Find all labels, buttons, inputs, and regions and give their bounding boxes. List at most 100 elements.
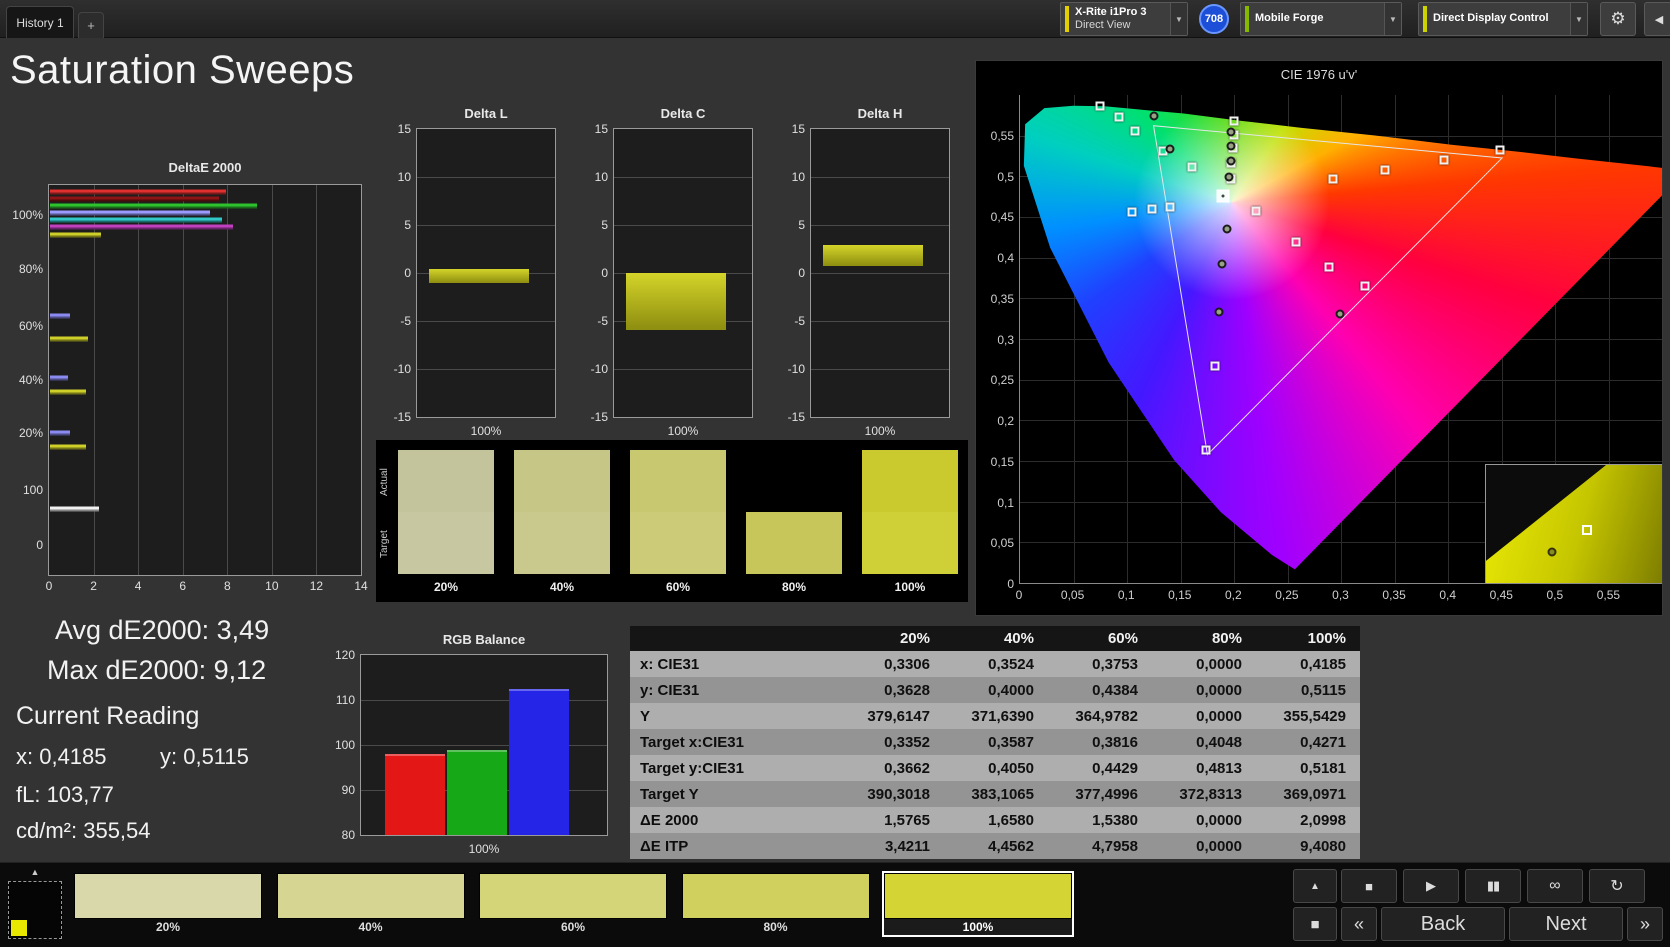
y-tick-label: 60% xyxy=(18,318,43,333)
y-tick-label: 120 xyxy=(334,648,355,662)
patch-button-100%[interactable]: 100% xyxy=(882,871,1074,937)
table-row: Target Y 390,3018 383,1065 377,4996 372,8313… xyxy=(630,781,1360,807)
patch-button-60%[interactable]: 60% xyxy=(477,871,669,937)
value-cell: 1,5380 xyxy=(1092,811,1138,829)
patch-label: 100% xyxy=(962,920,994,934)
gridline xyxy=(417,177,555,178)
continuous-measure-button[interactable]: ∞ xyxy=(1527,869,1583,903)
gridline xyxy=(811,177,949,178)
value-cell: 0,3352 xyxy=(884,733,930,751)
patch-label: 80% xyxy=(763,920,788,934)
display-control-accent-bar xyxy=(1423,6,1427,32)
patch-window-button[interactable]: ■ xyxy=(1293,907,1337,941)
y-tick-label: 0,15 xyxy=(990,454,1014,469)
gridline xyxy=(271,185,273,575)
swatch-label: 80% xyxy=(781,580,807,594)
page-title: Saturation Sweeps xyxy=(10,48,355,92)
x-tick-label: 0,35 xyxy=(1382,588,1406,602)
value-cell: 4,7958 xyxy=(1092,837,1138,855)
y-tick-label: 0,35 xyxy=(990,291,1014,306)
chevron-down-icon[interactable]: ▼ xyxy=(1384,3,1401,35)
actual-color xyxy=(746,450,842,512)
saturation-swatch: 20% xyxy=(398,450,494,594)
back-chevron-button[interactable]: « xyxy=(1341,907,1377,941)
x-tick-label: 0,05 xyxy=(1060,588,1085,602)
y-tick-label: 0 xyxy=(1007,577,1014,591)
saturation-swatch: 60% xyxy=(630,450,726,594)
chevron-down-icon[interactable]: ▼ xyxy=(1170,3,1187,35)
target-color xyxy=(398,512,494,574)
delta-l-plot: 15 10 5 0 -5 -10 -15 xyxy=(394,122,556,424)
refresh-button[interactable]: ↻ xyxy=(1589,869,1645,903)
patch-window-preview[interactable]: ▲ xyxy=(8,867,62,943)
y-tick-label: 10 xyxy=(594,170,608,184)
back-button[interactable]: Back xyxy=(1381,907,1505,941)
measured-dot-marker xyxy=(1226,141,1236,151)
play-button[interactable]: ▶ xyxy=(1403,869,1459,903)
y-tick-label: -10 xyxy=(393,362,411,376)
x-axis-label: 100% xyxy=(864,424,896,438)
patch-up-button[interactable]: ▲ xyxy=(1293,869,1337,903)
value-cell: 379,6147 xyxy=(867,707,930,725)
row-label-cell: ΔE 2000 xyxy=(640,811,699,829)
gridline xyxy=(811,369,949,370)
y-tick-label: 40% xyxy=(18,372,43,387)
current-cdm2-reading: cd/m²: 355,54 xyxy=(16,818,151,843)
deltae-bar xyxy=(50,217,222,223)
measured-dot-marker xyxy=(1217,259,1227,269)
y-tick-label: 15 xyxy=(397,122,411,136)
row-label-cell: x: CIE31 xyxy=(640,655,700,673)
table-row: Target x:CIE31 0,3352 0,3587 0,3816 0,4048 0,… xyxy=(630,729,1360,755)
settings-gear-button[interactable]: ⚙ xyxy=(1600,2,1636,36)
gridline xyxy=(811,321,949,322)
row-label-cell: Target Y xyxy=(640,785,699,803)
chevron-down-icon[interactable]: ▼ xyxy=(1570,3,1587,35)
value-cell: 0,5115 xyxy=(1300,681,1346,699)
chart-title: Delta C xyxy=(660,106,706,121)
patch-button-20%[interactable]: 20% xyxy=(72,871,264,937)
chart-title: DeltaE 2000 xyxy=(168,160,242,175)
gridline xyxy=(614,369,752,370)
y-tick-label: 0 xyxy=(601,266,608,280)
patch-button-80%[interactable]: 80% xyxy=(680,871,872,937)
value-cell: 0,0000 xyxy=(1196,837,1242,855)
next-chevron-button[interactable]: » xyxy=(1627,907,1663,941)
source-selector[interactable]: Mobile Forge ▼ xyxy=(1240,2,1402,36)
value-cell: 2,0998 xyxy=(1300,811,1346,829)
y-tick-label: 0,2 xyxy=(997,414,1014,428)
x-axis-label: 100% xyxy=(468,842,500,856)
value-cell: 0,4429 xyxy=(1092,759,1138,777)
swatch-label: 60% xyxy=(665,580,691,594)
x-tick-label: 0,25 xyxy=(1275,588,1299,602)
target-square-marker xyxy=(1187,162,1197,172)
value-cell: 369,0971 xyxy=(1283,785,1346,803)
y-tick-label: 5 xyxy=(404,218,411,232)
x-tick-label: 4 xyxy=(134,579,142,593)
y-tick-label: 0 xyxy=(36,537,43,552)
collapse-panel-button[interactable]: ◀ xyxy=(1644,2,1670,36)
target-square-marker xyxy=(1114,112,1124,122)
next-button[interactable]: Next xyxy=(1509,907,1623,941)
history-tab[interactable]: History 1 xyxy=(6,6,74,38)
value-cell: 1,6580 xyxy=(988,811,1034,829)
actual-color xyxy=(514,450,610,512)
gridline xyxy=(182,185,184,575)
y-tick-label: 80 xyxy=(341,828,355,842)
y-tick-label: 0,45 xyxy=(990,210,1014,225)
y-tick-label: 0 xyxy=(404,266,411,280)
display-control-selector[interactable]: Direct Display Control ▼ xyxy=(1418,2,1588,36)
measured-dot-marker xyxy=(1149,111,1159,121)
stop-button[interactable]: ■ xyxy=(1341,869,1397,903)
meter-selector[interactable]: X-Rite i1Pro 3 Direct View ▼ xyxy=(1060,2,1188,36)
saturation-swatch: 80% xyxy=(746,450,842,594)
pause-button[interactable]: ▮▮ xyxy=(1465,869,1521,903)
deltae-bar xyxy=(50,313,71,319)
y-tick-label: 100 xyxy=(334,738,355,752)
add-tab-button[interactable]: + xyxy=(78,12,104,38)
app-window: History 1 + X-Rite i1Pro 3 Direct View ▼… xyxy=(0,0,1670,947)
target-square-marker xyxy=(1130,126,1140,136)
y-tick-label: 5 xyxy=(798,218,805,232)
y-tick-label: 0,4 xyxy=(997,251,1014,265)
patch-button-40%[interactable]: 40% xyxy=(275,871,467,937)
target-square-marker xyxy=(1360,281,1370,291)
